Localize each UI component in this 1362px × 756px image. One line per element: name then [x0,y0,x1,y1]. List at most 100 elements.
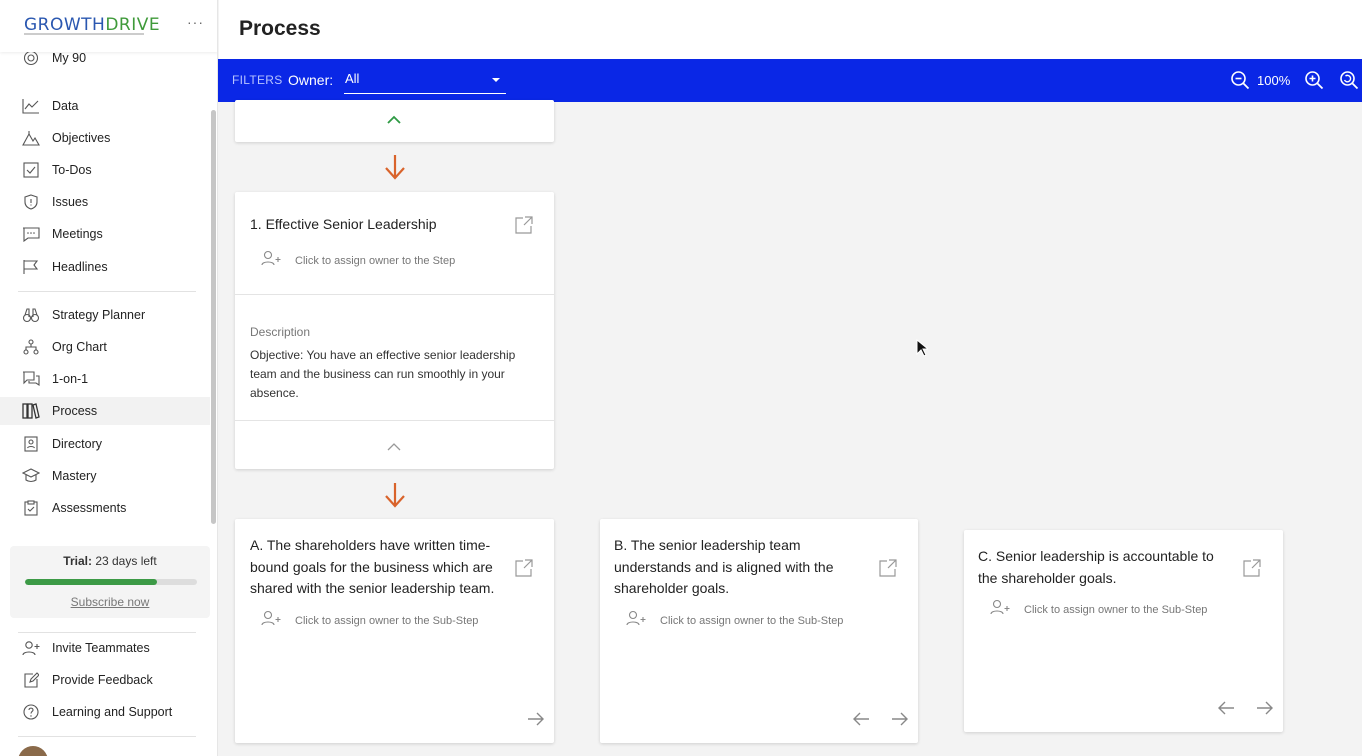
sidebar-item-mastery[interactable]: Mastery [0,462,210,490]
sidebar-item-label: Invite Teammates [52,641,150,655]
substep-title[interactable]: C. Senior leadership is accountable to t… [978,546,1228,589]
more-options-button[interactable]: ··· [187,14,204,30]
card-divider [235,420,554,421]
step-title[interactable]: 1. Effective Senior Leadership [250,214,500,236]
previous-step-card [235,100,554,142]
assign-owner-step[interactable]: Click to assign owner to the Step [261,250,455,271]
logo[interactable]: GROWTHDRIVE [24,15,160,35]
trial-days-left: 23 days left [95,554,157,568]
sidebar-item-label: Provide Feedback [52,673,153,687]
page-title: Process [239,17,321,40]
line-chart-icon [22,97,40,115]
substep-card-a[interactable]: A. The shareholders have written time-bo… [235,519,554,743]
sidebar-item-objectives[interactable]: Objectives [0,124,210,152]
open-external-icon[interactable] [515,216,533,239]
sidebar-item-headlines[interactable]: Headlines [0,253,210,281]
logo-tagline [24,33,144,35]
checkbox-icon [22,161,40,179]
books-icon [22,402,40,420]
sidebar-divider [18,291,196,292]
zoom-out-icon[interactable] [1230,70,1250,95]
mouse-cursor-icon [916,338,930,362]
sidebar-item-label: Process [52,404,98,418]
assign-owner-substep[interactable]: Click to assign owner to the Sub-Step [261,610,478,631]
sidebar-item-label: Directory [52,437,103,451]
sidebar-item-data[interactable]: Data [0,92,210,120]
caret-down-icon [492,78,500,82]
logo-drive: DRIVE [105,15,161,35]
owner-select-value: All [345,71,360,86]
card-divider [235,294,554,295]
assign-owner-substep[interactable]: Click to assign owner to the Sub-Step [990,599,1207,620]
arrow-left-icon[interactable] [852,712,870,731]
sidebar-item-org-chart[interactable]: Org Chart [0,333,210,361]
sidebar-item-todos[interactable]: To-Dos [0,156,210,184]
zoom-reset-icon[interactable] [1339,70,1359,95]
avatar[interactable] [18,746,48,756]
subscribe-link[interactable]: Subscribe now [10,595,210,609]
sidebar-item-label: Strategy Planner [52,308,146,322]
sidebar-item-label: To-Dos [52,163,92,177]
zoom-in-icon[interactable] [1304,70,1324,95]
add-user-icon [22,639,40,657]
open-external-icon[interactable] [515,559,533,582]
sidebar-item-assessments[interactable]: Assessments [0,494,210,522]
step-card[interactable]: 1. Effective Senior Leadership Click to … [235,192,554,469]
arrow-right-icon[interactable] [891,712,909,731]
sidebar-item-label: Headlines [52,260,108,274]
substep-card-c[interactable]: C. Senior leadership is accountable to t… [964,530,1283,732]
flag-icon [22,258,40,276]
description-text: Objective: You have an effective senior … [250,348,516,400]
filter-bar: FILTERS Owner: All 100% [218,59,1362,102]
arrow-left-icon[interactable] [1217,701,1235,720]
sidebar-divider [18,632,196,633]
org-chart-icon [22,338,40,356]
substep-title[interactable]: B. The senior leadership team understand… [614,535,864,600]
add-user-icon [990,599,1012,620]
sidebar-item-label: My 90 [52,51,87,65]
open-external-icon[interactable] [879,559,897,582]
sidebar-item-label: Objectives [52,131,111,145]
assign-owner-substep[interactable]: Click to assign owner to the Sub-Step [626,610,843,631]
sidebar-item-directory[interactable]: Directory [0,430,210,458]
sidebar-item-label: Org Chart [52,340,107,354]
sidebar-item-one-on-one[interactable]: 1-on-1 [0,365,210,393]
sidebar-item-label: Issues [52,195,89,209]
logo-row: GROWTHDRIVE ··· [0,0,217,52]
binoculars-icon [22,306,40,324]
sidebar-item-meetings[interactable]: Meetings [0,220,210,248]
substep-title[interactable]: A. The shareholders have written time-bo… [250,535,512,600]
arrow-down-icon [383,481,407,514]
open-external-icon[interactable] [1243,559,1261,582]
sidebar-item-label: Data [52,99,79,113]
owner-label: Owner: [288,72,334,88]
sidebar-item-issues[interactable]: Issues [0,188,210,216]
add-user-icon [261,610,283,631]
sidebar-item-learning-support[interactable]: Learning and Support [0,698,210,726]
substep-card-b[interactable]: B. The senior leadership team understand… [600,519,918,743]
collapse-up-icon[interactable] [386,112,402,130]
sidebar-item-strategy-planner[interactable]: Strategy Planner [0,301,210,329]
owner-select[interactable]: All [344,67,506,94]
sidebar-divider [18,736,196,737]
arrow-down-icon [383,153,407,186]
contact-book-icon [22,435,40,453]
collapse-up-icon[interactable] [386,439,402,457]
description-label: Description [250,325,311,339]
sidebar-item-provide-feedback[interactable]: Provide Feedback [0,666,210,694]
conversation-icon [22,370,40,388]
mountain-icon [22,129,40,147]
filters-label: FILTERS [232,73,283,87]
assign-owner-text: Click to assign owner to the Sub-Step [660,614,844,627]
assign-owner-text: Click to assign owner to the Sub-Step [295,614,479,627]
sidebar-scrollbar[interactable] [211,110,216,524]
sidebar-item-invite-teammates[interactable]: Invite Teammates [0,634,210,662]
edit-icon [22,671,40,689]
trial-box: Trial: 23 days left Subscribe now [10,546,210,618]
topbar: Process [219,0,1362,60]
zoom-level: 100% [1257,73,1291,88]
arrow-right-icon[interactable] [1256,701,1274,720]
sidebar-item-process[interactable]: Process [0,397,210,425]
arrow-right-icon[interactable] [527,712,545,731]
sidebar-item-label: Meetings [52,227,103,241]
